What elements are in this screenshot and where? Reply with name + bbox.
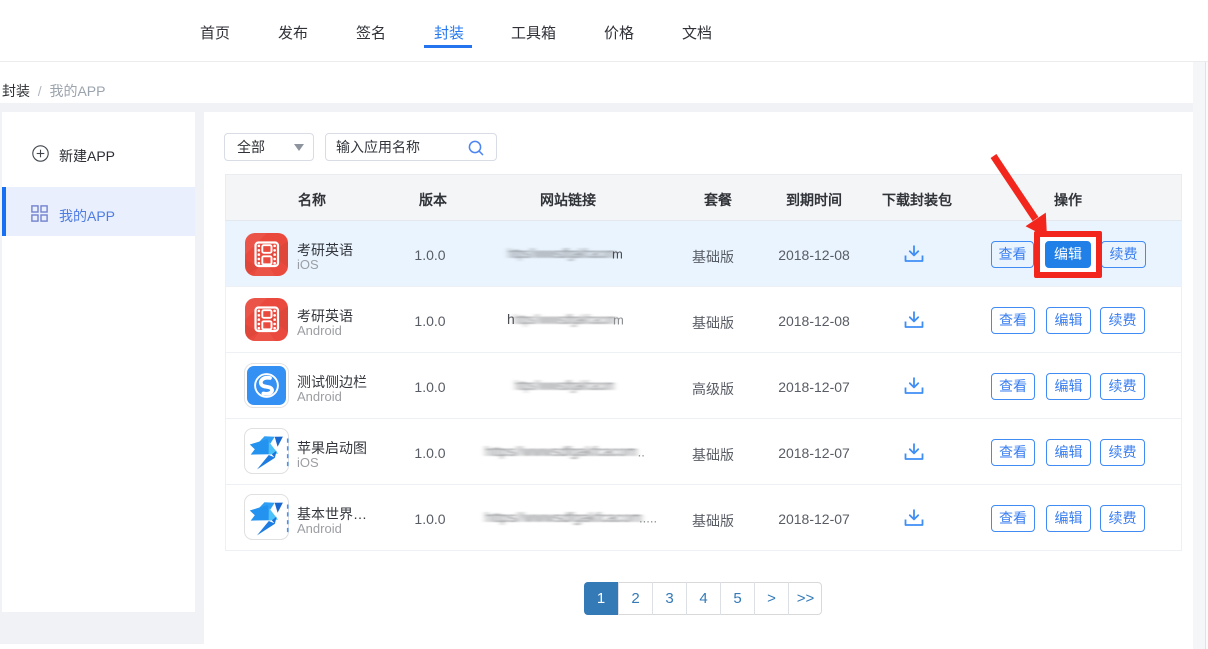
svg-text:https//wwwsdfgakfcacom: https//wwwsdfgakfcacom xyxy=(485,444,637,459)
svg-text:..: .. xyxy=(634,445,645,460)
svg-text:https//wwwsdfgakfcacom: https//wwwsdfgakfcacom xyxy=(508,246,615,261)
svg-text:https//wwwsdfgakfcacom: https//wwwsdfgakfcacom xyxy=(514,312,616,327)
svg-text:https//wwwsdfgakfcacom: https//wwwsdfgakfcacom xyxy=(515,378,614,393)
svg-text:https//wwwsdfgakfcacom: https//wwwsdfgakfcacom xyxy=(485,510,642,525)
svg-text:m: m xyxy=(613,313,624,328)
svg-text:m: m xyxy=(612,247,623,262)
svg-text:.....: ..... xyxy=(639,511,657,526)
